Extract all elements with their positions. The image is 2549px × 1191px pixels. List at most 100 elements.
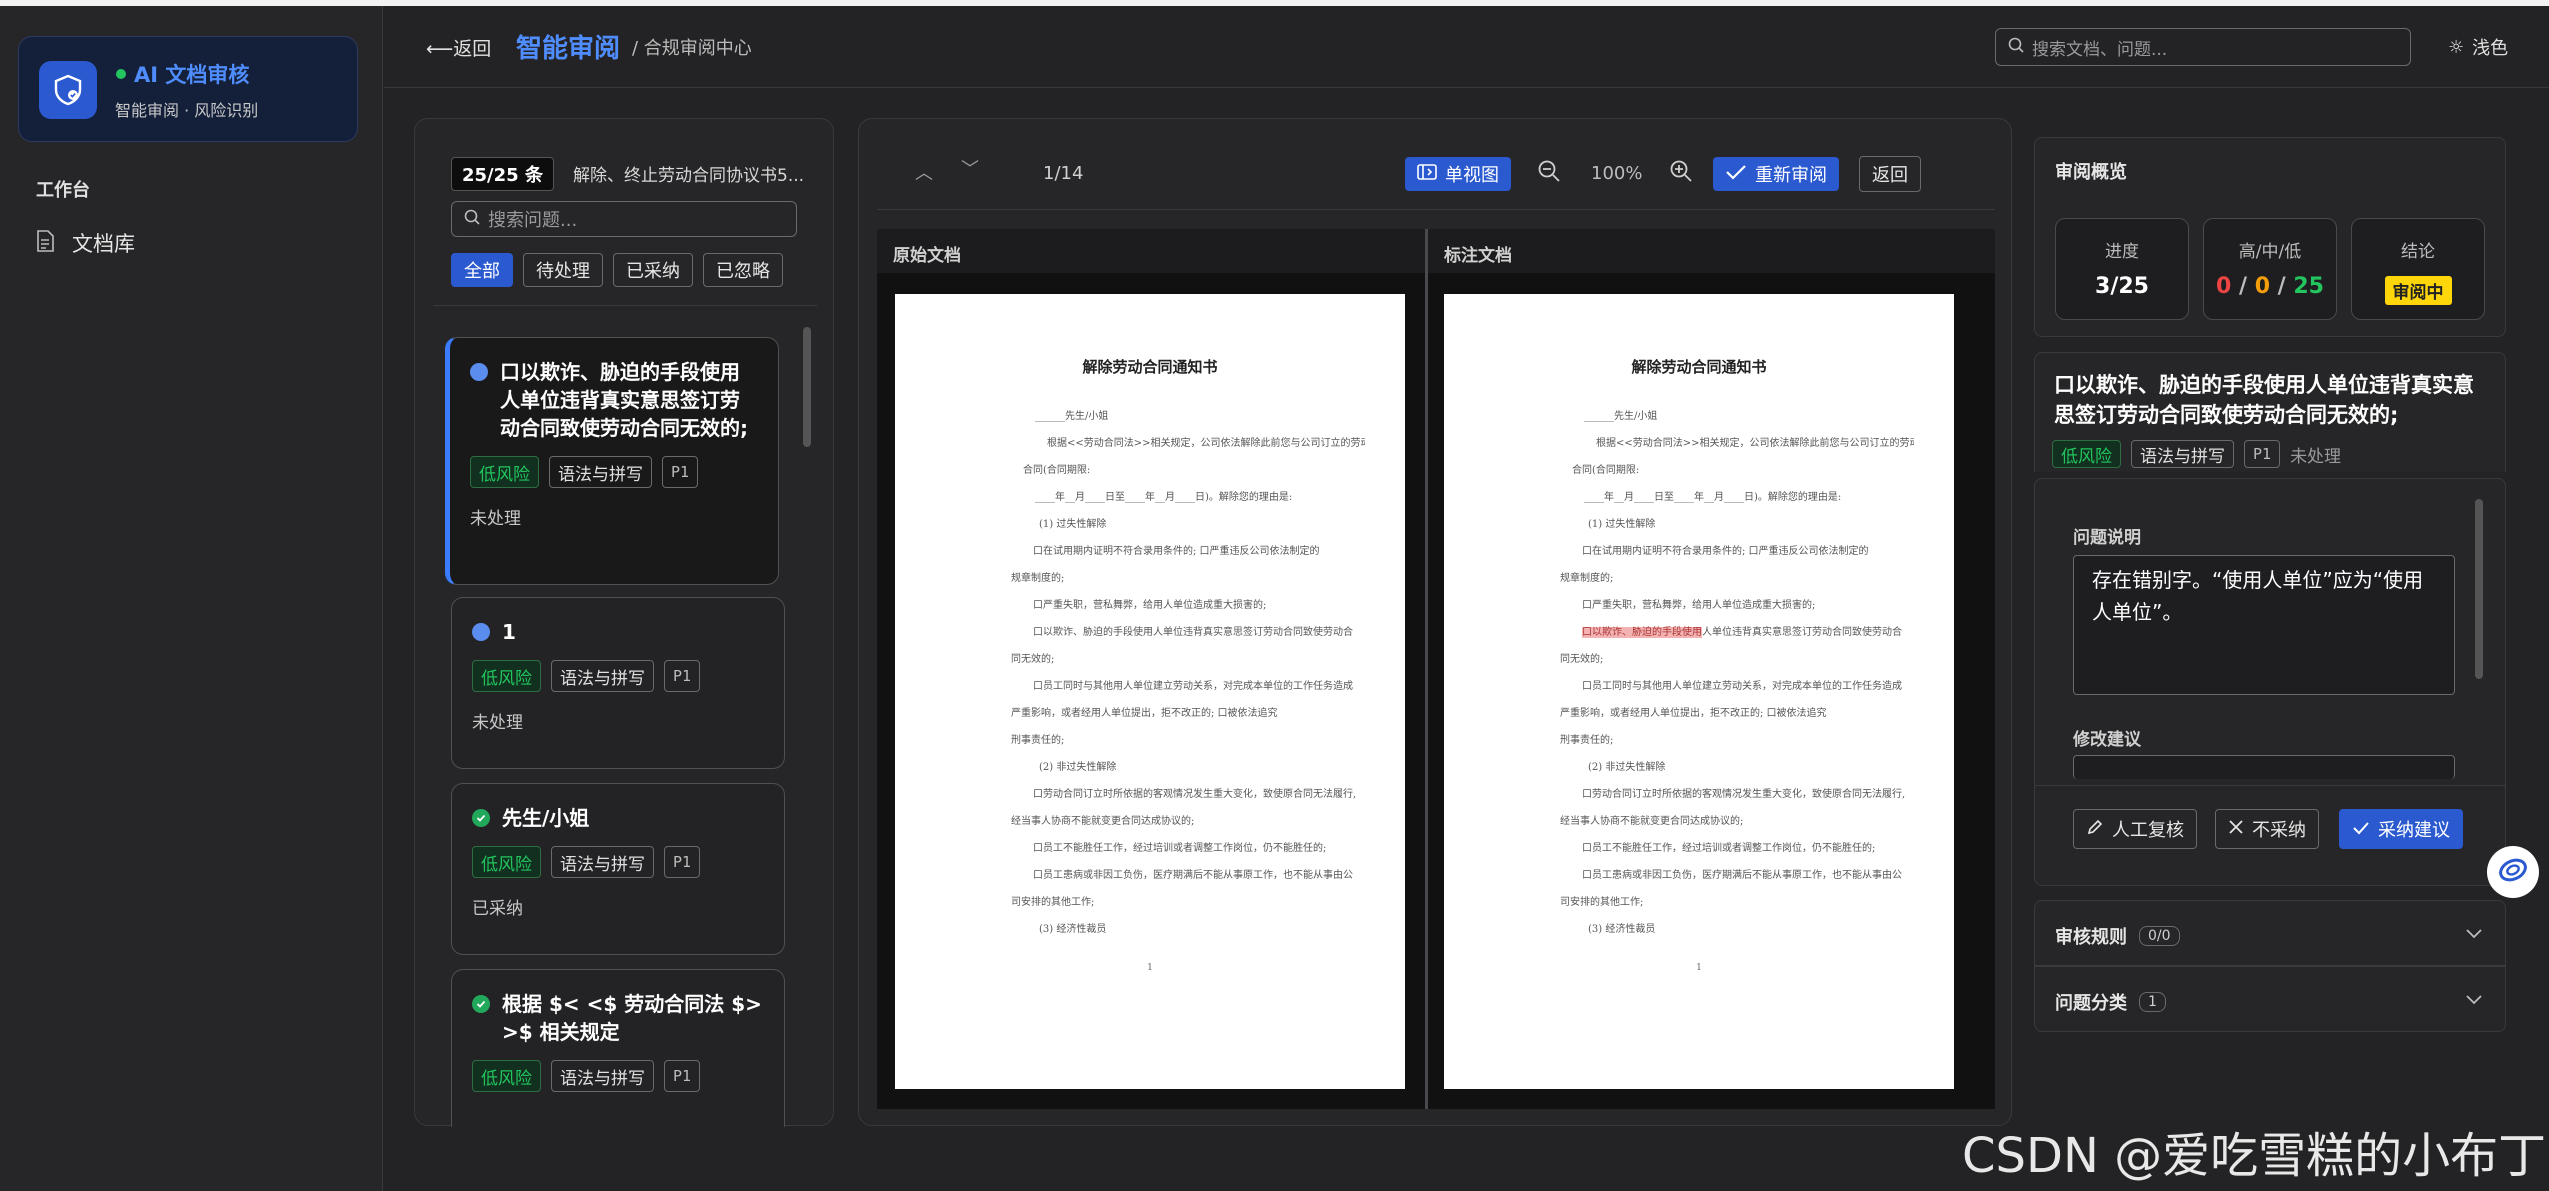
document-viewer: ︿ ﹀ 1/14 单视图 100% 重新审阅 返回 原始文档 标注文档 解除劳动… xyxy=(858,118,2012,1126)
doc-line-highlighted[interactable]: 口以欺诈、胁迫的手段使用人单位违背真实意思签订劳动合同致使劳动合 xyxy=(1484,619,1914,646)
doc-line: 口员工不能胜任工作，经过培训或者调整工作岗位，仍不能胜任的; xyxy=(1582,843,1876,854)
issue-highlight[interactable]: 口以欺诈、胁迫的手段使用 xyxy=(1582,627,1702,638)
issue-card[interactable]: 先生/小姐 低风险 语法与拼写 P1 已采纳 xyxy=(451,783,785,955)
filter-pending[interactable]: 待处理 xyxy=(523,253,603,287)
chevron-up-icon[interactable]: ︿ xyxy=(915,159,933,185)
accordion-label: 审核规则 xyxy=(2055,927,2127,948)
doc-line: ____年__月____日至____年__月____日)。解除您的理由是: xyxy=(1584,492,1842,503)
page-tag: P1 xyxy=(664,1060,701,1092)
manual-review-button[interactable]: 人工复核 xyxy=(2073,809,2197,849)
issue-description-textarea[interactable]: 存在错别字。“使用人单位”应为“使用人单位”。 xyxy=(2073,555,2455,695)
issue-list-scrollbar[interactable] xyxy=(803,327,811,447)
risk-level-label: 高/中/低 xyxy=(2238,242,2302,262)
risk-tag: 低风险 xyxy=(2052,440,2121,468)
issue-title: 先生/小姐 xyxy=(502,806,590,830)
detail-title: 口以欺诈、胁迫的手段使用人单位违背真实意思签订劳动合同致使劳动合同无效的; xyxy=(2054,373,2474,427)
doc-line: 口员工不能胜任工作，经过培训或者调整工作岗位，仍不能胜任的; xyxy=(1033,843,1327,854)
doc-line: 口在试用期内证明不符合录用条件的; 口严重违反公司依法制定的 xyxy=(1033,546,1320,557)
filter-accepted[interactable]: 已采纳 xyxy=(613,253,693,287)
sidebar-item-label: 文档库 xyxy=(72,232,135,256)
chevron-down-icon xyxy=(2465,923,2483,944)
risk-tag: 低风险 xyxy=(472,1060,541,1092)
doc-line: 口严重失职，营私舞弊，给用人单位造成重大损害的; xyxy=(1582,600,1816,611)
return-button[interactable]: 返回 xyxy=(1859,156,1921,192)
doc-line: 严重影响，或者经用人单位提出，拒不改正的; 口被依法追究 xyxy=(1011,708,1278,719)
risk-level-stat: 高/中/低 0 / 0 / 25 xyxy=(2203,218,2337,320)
top-header: ⟵返回 智能审阅 / 合规审阅中心 搜索文档、问题... ☼ 浅色 xyxy=(384,6,2549,88)
doc-line: 根据<<劳动合同法>>相关规定，公司依法解除此前您与公司订立的劳动 xyxy=(1596,438,1914,449)
sun-icon: ☼ xyxy=(2448,36,2465,58)
panel-icon xyxy=(1417,163,1437,185)
doc-line: 经当事人协商不能就变更合同达成协议的; xyxy=(1560,816,1744,827)
conclusion-label: 结论 xyxy=(2401,242,2435,262)
manual-review-label: 人工复核 xyxy=(2112,820,2184,841)
doc-line: ____年__月____日至____年__月____日)。解除您的理由是: xyxy=(1035,492,1293,503)
detail-scrollbar[interactable] xyxy=(2475,499,2483,679)
accordion-count: 1 xyxy=(2139,992,2166,1012)
assistant-float-button[interactable] xyxy=(2487,846,2539,898)
issue-card[interactable]: 根据 $< <$ 劳动合同法 $> >$ 相关规定 低风险 语法与拼写 P1 xyxy=(451,969,785,1127)
theme-toggle[interactable]: ☼ 浅色 xyxy=(2448,34,2508,60)
original-doc-label: 原始文档 xyxy=(877,229,1425,273)
edit-icon xyxy=(2086,818,2104,841)
divider xyxy=(2035,785,2505,786)
single-view-button[interactable]: 单视图 xyxy=(1405,157,1511,191)
doc-line: 刑事责任的; xyxy=(1560,735,1614,746)
high-count: 0 xyxy=(2216,274,2232,299)
brand-card[interactable]: AI 文档审核 智能审阅 · 风险识别 xyxy=(18,36,358,142)
doc-line: 经当事人协商不能就变更合同达成协议的; xyxy=(1011,816,1195,827)
doc-line: 刑事责任的; xyxy=(1011,735,1065,746)
suggestion-textarea[interactable] xyxy=(2073,755,2455,779)
zoom-in-icon[interactable] xyxy=(1669,159,1693,187)
category-tag: 语法与拼写 xyxy=(551,1060,654,1092)
doc-page-number: 1 xyxy=(1147,963,1153,973)
doc-line: 根据<<劳动合同法>>相关规定，公司依法解除此前您与公司订立的劳动 xyxy=(1047,438,1365,449)
doc-page-title: 解除劳动合同通知书 xyxy=(1631,358,1767,376)
zoom-out-icon[interactable] xyxy=(1537,159,1561,187)
back-button[interactable]: ⟵返回 xyxy=(426,34,491,61)
issue-status: 未处理 xyxy=(470,509,521,529)
issues-panel: 25/25 条 解除、终止劳动合同协议书5... 搜索问题... 全部 待处理 … xyxy=(414,118,834,1127)
global-search-input[interactable]: 搜索文档、问题... xyxy=(1995,28,2411,66)
detail-tags: 低风险 语法与拼写 P1 未处理 xyxy=(2052,440,2341,468)
accept-label: 采纳建议 xyxy=(2378,820,2450,841)
brand-title: AI 文档审核 xyxy=(134,63,250,87)
rereview-button[interactable]: 重新审阅 xyxy=(1713,157,1839,191)
search-icon xyxy=(2008,37,2024,58)
accordion-issue-category[interactable]: 问题分类 1 xyxy=(2034,966,2506,1032)
doc-line: 口员工患病或非因工负伤，医疗期满后不能从事原工作，也不能从事由公 xyxy=(1033,870,1353,881)
brand-subtitle: 智能审阅 · 风险识别 xyxy=(115,101,259,120)
issue-card[interactable]: 1 低风险 语法与拼写 P1 未处理 xyxy=(451,597,785,769)
category-tag: 语法与拼写 xyxy=(551,660,654,692)
single-view-label: 单视图 xyxy=(1445,165,1499,186)
reject-button[interactable]: 不采纳 xyxy=(2215,809,2319,849)
accept-suggestion-button[interactable]: 采纳建议 xyxy=(2339,809,2463,849)
filter-ignored[interactable]: 已忽略 xyxy=(703,253,783,287)
issue-count-badge: 25/25 条 xyxy=(451,157,554,191)
pane-divider[interactable] xyxy=(1425,229,1428,1109)
low-count: 25 xyxy=(2293,274,2324,299)
accordion-review-rules[interactable]: 审核规则 0/0 xyxy=(2034,900,2506,966)
issue-search-input[interactable]: 搜索问题... xyxy=(451,201,797,237)
toolbar-divider xyxy=(877,209,1995,210)
shield-icon xyxy=(39,61,97,119)
doc-line: 司安排的其他工作; xyxy=(1560,897,1644,908)
filter-tabs: 全部 待处理 已采纳 已忽略 xyxy=(451,253,783,287)
chevron-down-icon[interactable]: ﹀ xyxy=(961,155,979,181)
check-circle-icon xyxy=(472,995,490,1013)
category-tag: 语法与拼写 xyxy=(2131,440,2234,468)
document-title: 解除、终止劳动合同协议书5... xyxy=(573,166,803,186)
sidebar-item-doc-library[interactable]: 文档库 xyxy=(36,228,135,258)
page-tag: P1 xyxy=(664,660,701,692)
filter-all[interactable]: 全部 xyxy=(451,253,513,287)
doc-line: 同无效的; xyxy=(1560,654,1604,665)
close-icon xyxy=(2228,819,2244,840)
doc-line: (3) 经济性裁员 xyxy=(1588,924,1656,935)
doc-page-title: 解除劳动合同通知书 xyxy=(1082,358,1218,376)
issue-card[interactable]: 口以欺诈、胁迫的手段使用人单位违背真实意思签订劳动合同致使劳动合同无效的; 低风… xyxy=(445,337,779,585)
issue-description-label: 问题说明 xyxy=(2073,528,2141,548)
check-icon xyxy=(2352,819,2370,840)
search-placeholder: 搜索文档、问题... xyxy=(2032,39,2168,60)
doc-page-number: 1 xyxy=(1696,963,1702,973)
issue-title: 口以欺诈、胁迫的手段使用人单位违背真实意思签订劳动合同致使劳动合同无效的; xyxy=(500,360,748,440)
